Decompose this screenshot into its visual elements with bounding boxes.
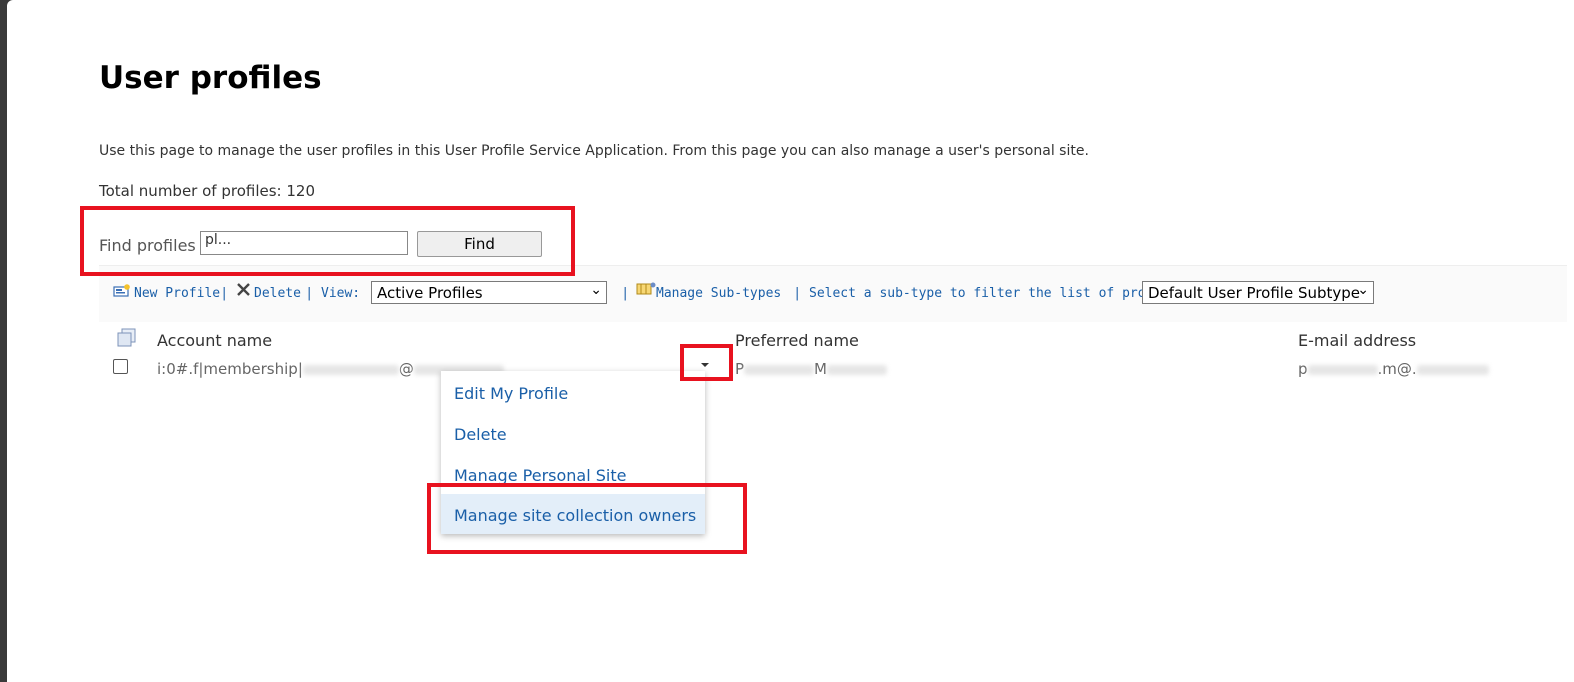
profiles-toolbar: New Profile | Delete | View: Active Prof… <box>99 265 1567 322</box>
email-prefix: p <box>1298 360 1308 378</box>
select-all-icon[interactable] <box>116 328 138 348</box>
find-profiles-input[interactable]: pl... <box>200 231 408 255</box>
toolbar-separator: | <box>795 286 800 301</box>
toolbar-separator: | <box>623 286 628 301</box>
menu-item-manage-site-collection-owners[interactable]: Manage site collection owners <box>441 494 705 534</box>
redacted-text <box>827 364 887 375</box>
menu-item-edit-my-profile[interactable]: Edit My Profile <box>441 372 705 412</box>
chevron-down-icon: ⌄ <box>1357 282 1369 298</box>
find-profiles-label: Find profiles <box>99 236 196 255</box>
redacted-text <box>1416 364 1489 375</box>
view-label: View: <box>321 286 361 301</box>
email-cell: p .m@. <box>1298 360 1489 378</box>
view-select-value: Active Profiles <box>377 284 483 302</box>
delete-link[interactable]: Delete <box>254 286 301 301</box>
account-name-prefix: i:0#.f|membership| <box>157 360 303 378</box>
manage-subtypes-link[interactable]: Manage Sub-types <box>656 286 781 301</box>
preferred-name-mid: M <box>814 360 827 378</box>
subtype-select[interactable]: Default User Profile Subtype ⌄ <box>1142 281 1374 304</box>
toolbar-separator: | <box>307 286 312 301</box>
toolbar-separator: | <box>222 286 227 301</box>
column-header-account-name[interactable]: Account name <box>157 331 272 350</box>
find-profiles-input-value: pl... <box>205 232 232 248</box>
total-profiles-count: Total number of profiles: 120 <box>99 182 315 200</box>
subtype-filter-label: Select a sub-type to filter the list of … <box>809 286 1193 301</box>
column-header-preferred-name[interactable]: Preferred name <box>735 331 859 350</box>
new-profile-icon <box>113 284 130 297</box>
menu-item-delete[interactable]: Delete <box>441 413 705 453</box>
column-header-email[interactable]: E-mail address <box>1298 331 1416 350</box>
redacted-text <box>744 364 815 375</box>
profile-context-menu: Edit My Profile Delete Manage Personal S… <box>441 371 705 534</box>
redacted-text <box>1307 364 1378 375</box>
new-profile-link[interactable]: New Profile <box>134 286 220 301</box>
menu-item-manage-personal-site[interactable]: Manage Personal Site <box>441 454 705 494</box>
email-mid: .m@. <box>1377 360 1417 378</box>
row-checkbox[interactable] <box>113 359 128 374</box>
delete-x-icon <box>237 283 250 296</box>
chevron-down-icon: ⌄ <box>590 282 602 298</box>
account-name-at: @ <box>398 360 414 378</box>
manage-subtypes-icon <box>636 282 656 295</box>
find-button[interactable]: Find <box>417 231 542 257</box>
redacted-text <box>302 364 399 375</box>
subtype-select-value: Default User Profile Subtype <box>1148 284 1360 302</box>
view-select[interactable]: Active Profiles ⌄ <box>371 281 607 304</box>
preferred-name-cell: PM <box>735 360 887 378</box>
page-title: User profiles <box>99 60 322 96</box>
caret-down-icon <box>701 363 709 367</box>
preferred-name-prefix: P <box>735 360 745 378</box>
page-description: Use this page to manage the user profile… <box>99 143 1089 159</box>
